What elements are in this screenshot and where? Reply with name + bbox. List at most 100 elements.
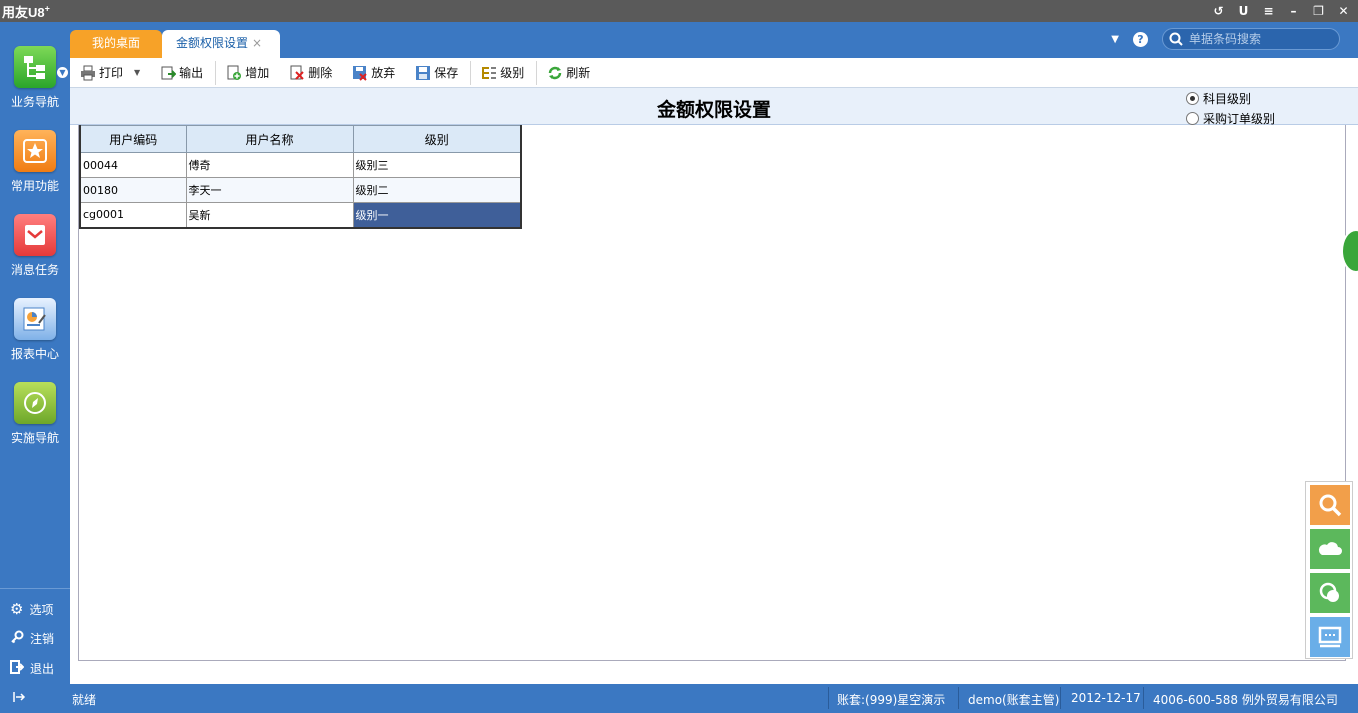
toolbar: 打印 ▼ 输出 增加 删除 放弃 保存 级别 刷新: [70, 58, 1358, 88]
float-search-button[interactable]: [1310, 485, 1350, 525]
column-header-user-code[interactable]: 用户编码: [79, 125, 187, 153]
radio-checked-icon: [1186, 91, 1199, 105]
column-header-level[interactable]: 级别: [352, 125, 522, 153]
chevron-down-icon[interactable]: ▼: [57, 67, 68, 78]
table-cell[interactable]: 00044: [79, 152, 187, 178]
status-exit-icon[interactable]: [12, 690, 26, 707]
message-board-icon: [1318, 626, 1342, 648]
status-company: 4006-600-588 例外贸易有限公司: [1153, 693, 1338, 707]
add-button[interactable]: 增加: [226, 64, 269, 81]
sidebar-divider: [0, 588, 70, 589]
exit-icon: [10, 660, 25, 677]
title-bar: 用友U8+ ↺ U ≡ – ❐ ✕: [0, 0, 1358, 22]
undo-icon[interactable]: ↺: [1210, 2, 1227, 20]
tab-dropdown-icon[interactable]: ▼: [1111, 34, 1119, 45]
close-icon[interactable]: ✕: [1335, 2, 1352, 20]
sidebar-item-common-functions[interactable]: 常用功能: [0, 130, 70, 194]
discard-button[interactable]: 放弃: [352, 64, 395, 81]
tree-icon: [14, 46, 56, 88]
export-button[interactable]: 输出: [160, 64, 203, 81]
table-row[interactable]: 00180 李天一 级别二: [79, 177, 522, 203]
grid-area: 用户编码 用户名称 级别 00044 傅奇 级别三 00180 李天一 级别二: [78, 125, 1346, 661]
level-icon: [482, 66, 497, 79]
sidebar-item-business-nav[interactable]: 业务导航: [0, 46, 70, 110]
table-cell[interactable]: 级别二: [352, 177, 522, 203]
discard-icon: [353, 65, 367, 81]
level-type-radio-group: 科目级别 采购订单级别: [1186, 88, 1275, 128]
cloud-icon: [1318, 542, 1342, 555]
toolbar-divider: [470, 60, 472, 85]
save-button[interactable]: 保存: [415, 64, 458, 81]
table-cell[interactable]: cg0001: [79, 202, 187, 228]
status-ready: 就绪: [72, 693, 97, 707]
sidebar-item-label: 实施导航: [10, 431, 59, 445]
status-account: 账套:(999)星空演示: [837, 693, 946, 707]
status-user: demo(账套主管): [968, 693, 1060, 707]
table-cell-selected[interactable]: 级别一: [352, 202, 522, 228]
sidebar-item-implementation-nav[interactable]: 实施导航: [0, 382, 70, 446]
app-logo: 用友U8+: [2, 3, 50, 20]
u-icon[interactable]: U: [1235, 2, 1252, 20]
chat-icon: [1319, 582, 1339, 602]
exit-button[interactable]: 退出: [10, 660, 54, 677]
main-content: 金额权限设置 科目级别 采购订单级别 用户编码 用户名称 级别 00044 傅奇…: [70, 88, 1358, 684]
radio-subject-level[interactable]: 科目级别: [1186, 88, 1275, 108]
app-window: 用友U8+ ↺ U ≡ – ❐ ✕ 业务导航 ▼ 常用功能 消息任务 报表中心 …: [0, 0, 1358, 713]
table-header-row: 用户编码 用户名称 级别: [79, 125, 522, 153]
toolbar-divider: [536, 60, 538, 85]
table-cell[interactable]: 吴新: [185, 202, 354, 228]
help-icon[interactable]: ?: [1133, 31, 1148, 47]
export-icon: [161, 66, 177, 79]
restore-icon[interactable]: ❐: [1310, 2, 1327, 20]
float-message-button[interactable]: [1310, 617, 1350, 657]
sidebar-item-label: 业务导航: [10, 95, 59, 109]
tab-tools: ▼ ?: [1111, 28, 1340, 50]
report-icon: [14, 298, 56, 340]
search-input[interactable]: [1189, 32, 1329, 46]
column-header-user-name[interactable]: 用户名称: [185, 125, 354, 153]
table-row[interactable]: 00044 傅奇 级别三: [79, 152, 522, 178]
tab-close-icon[interactable]: ×: [252, 36, 262, 50]
status-bar: 就绪 账套:(999)星空演示 demo(账套主管) 2012-12-17 40…: [0, 684, 1358, 713]
printer-icon: [81, 65, 95, 80]
delete-icon: [290, 65, 304, 80]
level-button[interactable]: 级别: [481, 64, 524, 81]
page-title: 金额权限设置: [656, 99, 771, 121]
floating-tool-panel: [1305, 481, 1353, 659]
table-cell[interactable]: 李天一: [185, 177, 354, 203]
message-icon: [14, 214, 56, 256]
print-button[interactable]: 打印 ▼: [80, 64, 140, 81]
logout-button[interactable]: 注销: [10, 630, 54, 647]
tab-amount-permission[interactable]: 金额权限设置 ×: [162, 30, 280, 58]
menu-icon[interactable]: ≡: [1260, 2, 1277, 20]
gear-icon: ⚙: [10, 600, 24, 618]
status-date: 2012-12-17: [1071, 691, 1141, 705]
float-chat-button[interactable]: [1310, 573, 1350, 613]
table-row[interactable]: cg0001 吴新 级别一: [79, 202, 522, 228]
minimize-icon[interactable]: –: [1285, 2, 1302, 20]
sidebar-item-message-tasks[interactable]: 消息任务: [0, 214, 70, 278]
table-cell[interactable]: 00180: [79, 177, 187, 203]
options-button[interactable]: ⚙ 选项: [10, 600, 53, 618]
refresh-icon: [549, 66, 562, 79]
radio-unchecked-icon: [1186, 111, 1199, 125]
sidebar-item-report-center[interactable]: 报表中心: [0, 298, 70, 362]
delete-button[interactable]: 删除: [289, 64, 332, 81]
add-icon: [227, 65, 242, 80]
toolbar-divider: [215, 60, 217, 85]
table-cell[interactable]: 级别三: [352, 152, 522, 178]
tab-my-desktop[interactable]: 我的桌面: [70, 30, 162, 58]
refresh-button[interactable]: 刷新: [547, 64, 590, 81]
float-cloud-button[interactable]: [1310, 529, 1350, 569]
tab-bar: 我的桌面 金额权限设置 × ▼ ?: [70, 22, 1358, 58]
star-icon: [14, 130, 56, 172]
table-cell[interactable]: 傅奇: [185, 152, 354, 178]
left-sidebar: 业务导航 ▼ 常用功能 消息任务 报表中心 实施导航 ⚙ 选项 注销 退出: [0, 22, 70, 684]
sidebar-item-label: 报表中心: [10, 347, 59, 361]
status-divider: [1060, 687, 1061, 709]
print-dropdown-icon[interactable]: ▼: [134, 68, 140, 77]
barcode-search-box[interactable]: [1162, 28, 1340, 50]
page-header: 金额权限设置 科目级别 采购订单级别: [70, 88, 1358, 128]
window-controls: ↺ U ≡ – ❐ ✕: [1210, 2, 1352, 20]
search-icon: [1169, 32, 1183, 46]
